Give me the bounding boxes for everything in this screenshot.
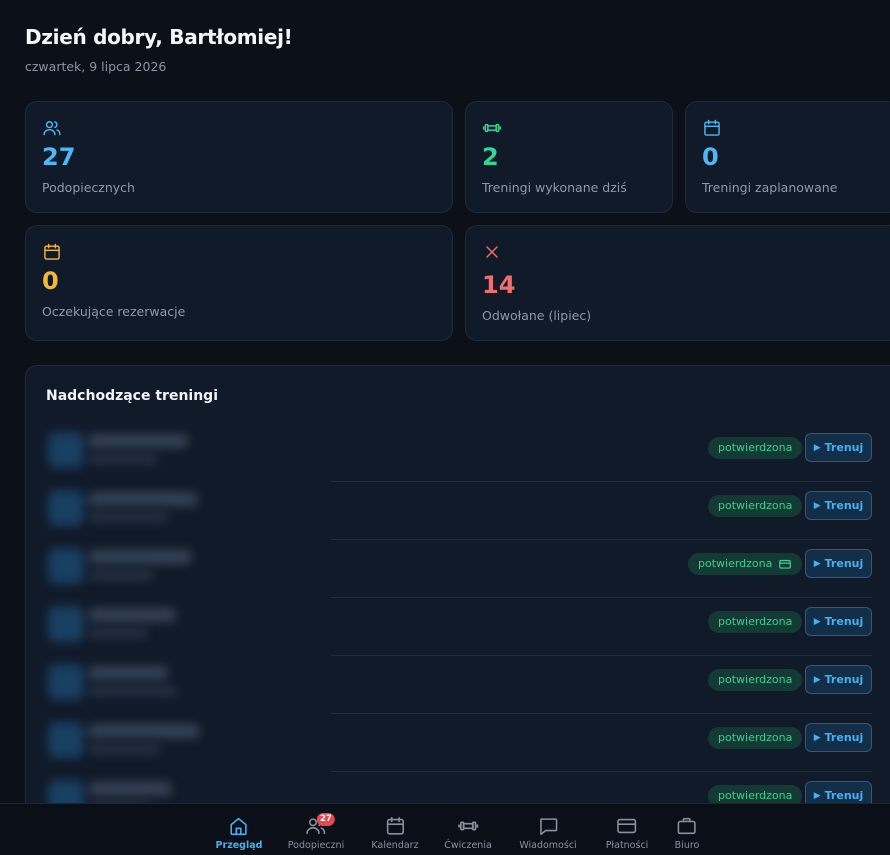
stat-label: Podopiecznych <box>42 180 135 195</box>
nav-label: Przegląd <box>215 840 263 851</box>
credit-card-icon <box>617 818 637 834</box>
stat-value: 27 <box>42 143 76 171</box>
training-time-redacted <box>88 454 158 464</box>
avatar <box>48 722 84 758</box>
nav-item-messages[interactable]: Wiadomości <box>519 815 577 855</box>
client-name-redacted <box>88 666 168 680</box>
client-name-redacted <box>88 550 192 564</box>
train-button[interactable]: ▶ Trenuj <box>805 433 872 462</box>
x-icon <box>486 246 498 258</box>
stat-card-planned[interactable]: 0 Treningi zaplanowane <box>685 101 890 213</box>
credit-card-icon <box>779 559 792 569</box>
train-button[interactable]: ▶ Trenuj <box>805 491 872 520</box>
train-button[interactable]: ▶ Trenuj <box>805 607 872 636</box>
nav-item-overview[interactable]: Przegląd <box>215 815 263 855</box>
stat-card-done-today[interactable]: 2 Treningi wykonane dziś <box>465 101 673 213</box>
training-row[interactable]: potwierdzona ▶ Trenuj <box>26 598 876 656</box>
stat-value: 14 <box>482 271 516 299</box>
dumbbell-icon <box>458 821 478 831</box>
nav-item-exercises[interactable]: Ćwiczenia <box>444 815 492 855</box>
briefcase-icon <box>677 817 697 835</box>
client-name-redacted <box>88 608 176 622</box>
users-icon <box>43 121 61 136</box>
training-time-redacted <box>88 570 154 580</box>
stat-value: 0 <box>42 267 59 295</box>
avatar <box>48 432 84 468</box>
training-time-redacted <box>88 686 178 696</box>
stat-card-pending-bookings[interactable]: 0 Oczekujące rezerwacje <box>25 225 453 341</box>
status-badge: potwierdzona <box>708 437 803 459</box>
play-icon: ▶ <box>813 790 821 801</box>
avatar <box>48 664 84 700</box>
play-icon: ▶ <box>813 500 821 511</box>
train-button[interactable]: ▶ Trenuj <box>805 665 872 694</box>
calendar-icon <box>44 243 60 260</box>
status-badge: potwierdzona <box>708 495 803 517</box>
stat-card-cancelled[interactable]: 14 Odwołane (lipiec) <box>465 225 890 341</box>
nav-item-office[interactable]: Biuro <box>674 815 700 855</box>
upcoming-title: Nadchodzące treningi <box>46 388 218 404</box>
training-row[interactable]: potwierdzona ▶ Trenuj <box>26 540 876 598</box>
training-row[interactable]: potwierdzona ▶ Trenuj <box>26 714 876 772</box>
status-badge: potwierdzona <box>708 669 803 691</box>
client-name-redacted <box>88 782 172 796</box>
nav-item-calendar[interactable]: Kalendarz <box>371 815 419 855</box>
stat-label: Odwołane (lipiec) <box>482 308 592 323</box>
play-icon: ▶ <box>813 674 821 685</box>
message-icon <box>539 818 558 836</box>
play-icon: ▶ <box>813 558 821 569</box>
status-badge: potwierdzona <box>708 727 803 749</box>
nav-item-payments[interactable]: Płatności <box>605 815 649 855</box>
nav-label: Podopieczni <box>287 840 345 851</box>
nav-label: Wiadomości <box>519 840 577 851</box>
notification-badge: 27 <box>317 813 335 826</box>
stat-value: 2 <box>482 143 499 171</box>
nav-item-clients[interactable]: 27 Podopieczni <box>287 813 345 855</box>
stat-label: Oczekujące rezerwacje <box>42 304 186 319</box>
calendar-icon <box>386 816 404 835</box>
status-badge: potwierdzona <box>688 553 803 575</box>
training-row[interactable]: potwierdzona ▶ Trenuj <box>26 424 876 482</box>
page-title: Dzień dobry, Bartłomiej! <box>25 25 293 49</box>
play-icon: ▶ <box>813 442 821 453</box>
home-icon <box>230 817 248 836</box>
nav-label: Kalendarz <box>371 840 419 851</box>
status-badge: potwierdzona <box>708 611 803 633</box>
current-date: czwartek, 9 lipca 2026 <box>25 59 167 74</box>
train-button[interactable]: ▶ Trenuj <box>805 549 872 578</box>
dumbbell-icon <box>482 123 502 133</box>
nav-label: Biuro <box>674 840 700 851</box>
client-name-redacted <box>88 724 200 738</box>
client-name-redacted <box>88 492 198 506</box>
training-time-redacted <box>88 512 168 522</box>
avatar <box>48 606 84 642</box>
play-icon: ▶ <box>813 616 821 627</box>
nav-label: Płatności <box>605 840 649 851</box>
nav-label: Ćwiczenia <box>444 840 492 851</box>
stat-card-clients[interactable]: 27 Podopiecznych <box>25 101 453 213</box>
training-row[interactable]: potwierdzona ▶ Trenuj <box>26 656 876 714</box>
client-name-redacted <box>88 434 188 448</box>
play-icon: ▶ <box>813 732 821 743</box>
calendar-icon <box>704 119 720 136</box>
stat-label: Treningi wykonane dziś <box>482 180 627 195</box>
training-time-redacted <box>88 628 148 638</box>
training-time-redacted <box>88 744 160 754</box>
train-button[interactable]: ▶ Trenuj <box>805 723 872 752</box>
stat-value: 0 <box>702 143 719 171</box>
avatar <box>48 490 84 526</box>
avatar <box>48 548 84 584</box>
stat-label: Treningi zaplanowane <box>702 180 838 195</box>
training-row[interactable]: potwierdzona ▶ Trenuj <box>26 482 876 540</box>
upcoming-trainings-panel: Nadchodzące treningi potwierdzona ▶ Trenu… <box>25 365 890 825</box>
bottom-navigation: Przegląd 27 Podopieczni Kalendarz Ćwicze… <box>0 803 890 855</box>
dashboard-page: Dzień dobry, Bartłomiej! czwartek, 9 lip… <box>0 0 890 855</box>
